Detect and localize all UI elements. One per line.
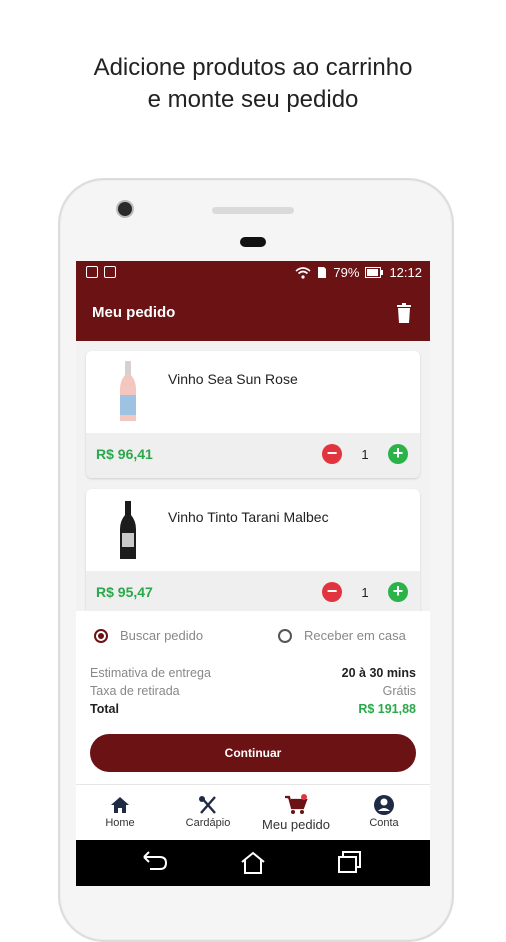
earpiece-speaker xyxy=(212,207,294,214)
quantity-stepper: − 1 + xyxy=(322,582,408,602)
nav-item-meu-pedido[interactable]: Meu pedido xyxy=(252,793,340,832)
app-bar: Meu pedido xyxy=(76,285,430,341)
cart-list: Vinho Sea Sun Rose R$ 96,41 − 1 + Vinho … xyxy=(76,341,430,616)
home-delivery-option[interactable]: Receber em casa xyxy=(278,628,406,643)
decrease-quantity-button[interactable]: − xyxy=(322,582,342,602)
bottom-navigation: Home Cardápio Meu pedido Conta xyxy=(76,784,430,841)
product-price: R$ 95,47 xyxy=(96,584,153,600)
nav-item-conta[interactable]: Conta xyxy=(340,793,428,829)
fee-row: Taxa de retirada Grátis xyxy=(90,684,416,702)
proximity-sensor xyxy=(240,237,266,247)
price-row: R$ 96,41 − 1 + xyxy=(86,433,420,478)
nav-label-home: Home xyxy=(105,817,135,829)
recent-apps-icon[interactable] xyxy=(338,851,362,873)
back-icon[interactable] xyxy=(142,851,168,873)
total-row: Total R$ 191,88 xyxy=(90,702,416,720)
nav-label-meu-pedido: Meu pedido xyxy=(262,817,330,832)
nav-label-conta: Conta xyxy=(369,817,399,829)
radio-unselected[interactable] xyxy=(278,628,292,643)
page-title: Meu pedido xyxy=(92,304,176,321)
promo-caption: Adicione produtos ao carrinho e monte se… xyxy=(0,52,506,116)
product-price: R$ 96,41 xyxy=(96,446,153,462)
cart-item: Vinho Tinto Tarani Malbec R$ 95,47 − 1 + xyxy=(86,489,420,616)
cart-item: Vinho Sea Sun Rose R$ 96,41 − 1 + xyxy=(86,351,420,478)
home-system-icon[interactable] xyxy=(240,851,266,875)
status-bar: 79% 12:12 xyxy=(76,261,430,285)
quantity-stepper: − 1 + xyxy=(322,444,408,464)
rose-wine-bottle-image xyxy=(120,361,136,421)
cutlery-icon xyxy=(199,796,216,814)
estimate-label: Estimativa de entrega xyxy=(90,666,211,680)
caption-line-2: e monte seu pedido xyxy=(147,86,359,113)
battery-percent: 79% xyxy=(333,265,360,280)
quantity-value: 1 xyxy=(361,584,369,600)
home-delivery-option-label: Receber em casa xyxy=(304,628,406,643)
increase-quantity-button[interactable]: + xyxy=(388,444,408,464)
delivery-options: Buscar pedido Receber em casa xyxy=(76,611,430,661)
front-camera xyxy=(118,202,132,216)
sim-icon xyxy=(318,267,327,278)
radio-selected[interactable] xyxy=(94,628,108,643)
phone-screen: 79% 12:12 Meu pedido Vinho Sea Sun Rose … xyxy=(76,261,430,886)
caption-line-1: Adicione produtos ao carrinho xyxy=(93,54,413,81)
estimate-value: 20 à 30 mins xyxy=(341,666,416,680)
continue-button[interactable]: Continuar xyxy=(90,734,416,772)
pickup-option-label: Buscar pedido xyxy=(120,628,204,643)
total-label: Total xyxy=(90,702,119,716)
nav-item-cardapio[interactable]: Cardápio xyxy=(164,793,252,829)
product-name: Vinho Tinto Tarani Malbec xyxy=(168,509,329,525)
fee-value: Grátis xyxy=(382,684,416,698)
trash-icon[interactable] xyxy=(396,303,412,323)
wifi-icon xyxy=(295,266,311,279)
total-value: R$ 191,88 xyxy=(358,702,416,716)
decrease-quantity-button[interactable]: − xyxy=(322,444,342,464)
battery-icon xyxy=(365,267,384,278)
clock: 12:12 xyxy=(389,265,422,280)
fee-label: Taxa de retirada xyxy=(90,684,180,698)
red-wine-bottle-image xyxy=(120,501,136,559)
home-icon xyxy=(111,797,129,813)
quantity-value: 1 xyxy=(361,446,369,462)
nav-item-home[interactable]: Home xyxy=(76,793,164,829)
estimate-row: Estimativa de entrega 20 à 30 mins xyxy=(90,666,416,684)
increase-quantity-button[interactable]: + xyxy=(388,582,408,602)
cart-icon xyxy=(285,794,308,814)
product-name: Vinho Sea Sun Rose xyxy=(168,371,298,387)
account-icon xyxy=(374,795,394,815)
system-navigation-bar xyxy=(76,840,430,886)
pickup-option[interactable]: Buscar pedido xyxy=(94,628,203,643)
gallery-notification-icon xyxy=(86,266,98,278)
order-summary: Estimativa de entrega 20 à 30 mins Taxa … xyxy=(90,666,416,720)
nav-label-cardapio: Cardápio xyxy=(185,817,231,829)
price-row: R$ 95,47 − 1 + xyxy=(86,571,420,616)
app-notification-icon xyxy=(104,266,116,278)
